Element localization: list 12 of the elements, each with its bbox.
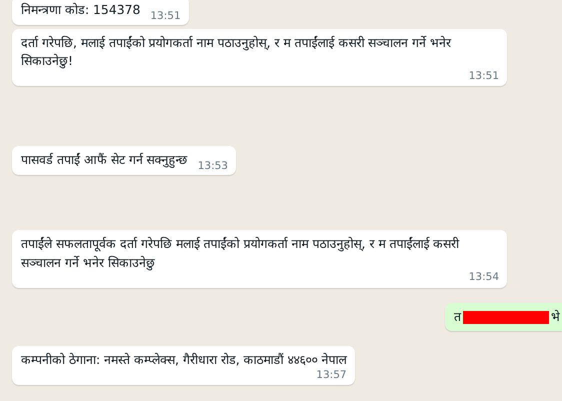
message-text: निमन्त्रणा कोड: 154378 (21, 2, 140, 17)
message-time: 13:53 (198, 161, 228, 172)
message-time: 13:51 (468, 70, 499, 82)
message-text: तपाईंले सफलतापूर्वक दर्ता गरेपछि मलाई तपाईंको प्रयोगकर्ता नाम पठाउनुहोस्, र म तपाईंलाई कसरी सञ्चालन गर्ने भनेर सिकाउनेछु (21, 234, 460, 272)
message-time: 13:51 (150, 11, 181, 22)
message-text: दर्ता गरेपछि, मलाई तपाईंको प्रयोगकर्ता नाम पठाउनुहोस्, र म तपाईंलाई कसरी सञ्चालन गर्ने भनेर सिकाउनेछु! (21, 34, 452, 70)
message-time: 13:54 (468, 272, 499, 283)
message-text: त (454, 308, 461, 324)
message-text: भे (551, 308, 560, 324)
message-text: पासवर्ड तपाईं आफैं सेट गर्न सक्नुहुन्छ (21, 152, 188, 168)
message-text: कम्पनीको ठेगाना: नमस्ते कम्प्लेक्स, गैरीधारा रोड, काठमाडौं ४४६०० नेपाल (21, 351, 347, 370)
message-time: 13:57 (316, 370, 347, 380)
